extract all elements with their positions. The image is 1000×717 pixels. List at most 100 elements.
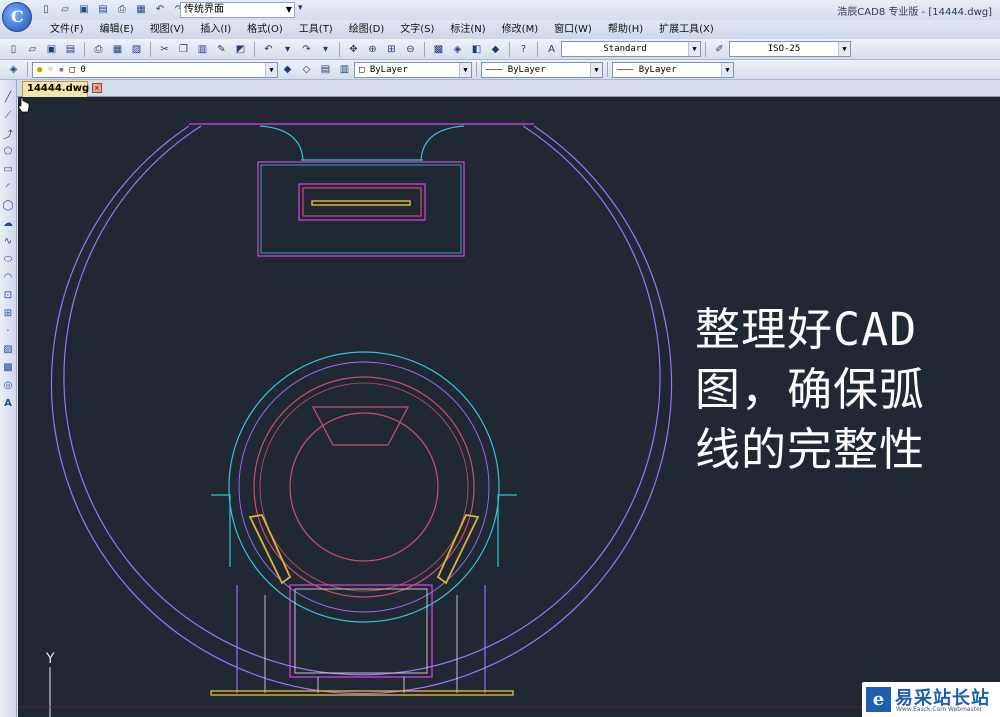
undo-list-icon[interactable]: ▾ bbox=[279, 41, 296, 58]
toolbar-separator bbox=[339, 41, 340, 57]
color-select[interactable]: □ ByLayer ▼ bbox=[354, 61, 472, 78]
redo-icon[interactable]: ↷ bbox=[298, 41, 315, 58]
print-icon[interactable]: ⎙ bbox=[90, 41, 107, 58]
revision-cloud-icon[interactable]: ☁ bbox=[1, 216, 15, 230]
design-center-icon[interactable]: ◈ bbox=[449, 41, 466, 58]
workspace-select[interactable]: 传统界面 ▼ bbox=[180, 2, 295, 18]
menu-window[interactable]: 窗口(W) bbox=[546, 20, 600, 39]
top-right-connector-arc bbox=[420, 125, 465, 161]
insert-block-icon[interactable]: ⊡ bbox=[1, 288, 15, 302]
chevron-down-icon: ▼ bbox=[459, 62, 471, 77]
menu-modify[interactable]: 修改(M) bbox=[494, 20, 546, 39]
print-icon[interactable]: ⎙ bbox=[114, 2, 130, 17]
polyline-icon[interactable]: ⤴ bbox=[1, 126, 15, 141]
document-tab[interactable]: 14444.dwg bbox=[22, 81, 89, 97]
menu-extension-tools[interactable]: 扩展工具(X) bbox=[651, 20, 722, 39]
save-as-icon[interactable]: ▤ bbox=[95, 2, 111, 17]
dimension-style-select[interactable]: ISO-25 ▼ bbox=[729, 41, 851, 57]
save-icon[interactable]: ▣ bbox=[76, 2, 92, 17]
zoom-previous-icon[interactable]: ⊖ bbox=[402, 41, 419, 58]
preview-icon[interactable]: ▦ bbox=[109, 41, 126, 58]
layer-manager-icon[interactable]: ◈ bbox=[5, 61, 22, 78]
close-icon[interactable]: x bbox=[92, 83, 102, 93]
layer-value: 0 bbox=[80, 64, 86, 75]
central-ring-circle bbox=[238, 361, 490, 613]
rectangle-icon[interactable]: ▭ bbox=[1, 162, 15, 176]
point-icon[interactable]: · bbox=[1, 324, 15, 338]
menu-help[interactable]: 帮助(H) bbox=[600, 20, 651, 39]
arc-icon[interactable]: ◜ bbox=[1, 180, 15, 194]
chevron-down-icon: ▼ bbox=[838, 42, 850, 56]
caption-overlay: 整理好CAD 图，确保弧 线的完整性 bbox=[695, 300, 995, 480]
new-file-icon[interactable]: ▯ bbox=[38, 2, 54, 17]
open-file-icon[interactable]: ▱ bbox=[57, 2, 73, 17]
layer-previous-icon[interactable]: ◇ bbox=[298, 61, 315, 78]
open-icon[interactable]: ▱ bbox=[24, 41, 41, 58]
left-step-line bbox=[211, 494, 231, 567]
workspace-value: 传统界面 bbox=[184, 4, 224, 15]
spline-icon[interactable]: ∿ bbox=[1, 234, 15, 248]
hatch-icon[interactable]: ▨ bbox=[1, 342, 15, 356]
menu-file[interactable]: 文件(F) bbox=[42, 20, 92, 39]
copy-icon[interactable]: ❐ bbox=[175, 41, 192, 58]
menu-draw[interactable]: 绘图(D) bbox=[341, 20, 393, 39]
text-style-icon[interactable]: A bbox=[543, 41, 560, 58]
redo-list-icon[interactable]: ▾ bbox=[317, 41, 334, 58]
markup-icon[interactable]: ◆ bbox=[487, 41, 504, 58]
menu-dimension[interactable]: 标注(N) bbox=[442, 20, 493, 39]
help-icon[interactable]: ? bbox=[515, 41, 532, 58]
menu-text[interactable]: 文字(S) bbox=[392, 20, 442, 39]
menu-edit[interactable]: 编辑(E) bbox=[92, 20, 142, 39]
text-style-select[interactable]: Standard ▼ bbox=[561, 41, 701, 57]
slot-inner bbox=[302, 187, 422, 217]
outer-ring-inner-outline bbox=[63, 125, 661, 676]
app-logo-icon[interactable]: C bbox=[2, 2, 32, 32]
construction-line-icon[interactable]: ⟋ bbox=[1, 108, 15, 122]
linetype-select[interactable]: ——— ByLayer ▼ bbox=[481, 61, 603, 78]
line-icon[interactable]: ╱ bbox=[1, 90, 15, 104]
zoom-window-icon[interactable]: ⊞ bbox=[383, 41, 400, 58]
left-yellow-arc bbox=[248, 513, 292, 585]
lineweight-value: ByLayer bbox=[638, 64, 677, 75]
lineweight-select[interactable]: ——— ByLayer ▼ bbox=[612, 61, 734, 78]
tool-palette-icon[interactable]: ◧ bbox=[468, 41, 485, 58]
cut-icon[interactable]: ✂ bbox=[156, 41, 173, 58]
save-icon[interactable]: ▣ bbox=[43, 41, 60, 58]
ellipse-icon[interactable]: ⬭ bbox=[1, 252, 15, 266]
save-all-icon[interactable]: ▤ bbox=[62, 41, 79, 58]
menu-insert[interactable]: 插入(I) bbox=[192, 20, 239, 39]
print-preview-icon[interactable]: ▦ bbox=[133, 2, 149, 17]
menu-format[interactable]: 格式(O) bbox=[239, 20, 291, 39]
zoom-realtime-icon[interactable]: ⊕ bbox=[364, 41, 381, 58]
menu-view[interactable]: 视图(V) bbox=[142, 20, 193, 39]
properties-icon[interactable]: ▩ bbox=[430, 41, 447, 58]
toolbar-separator bbox=[537, 41, 538, 57]
hand-cursor-icon bbox=[18, 97, 30, 113]
undo-icon[interactable]: ↶ bbox=[260, 41, 277, 58]
layer-iso-icon[interactable]: ▥ bbox=[336, 61, 353, 78]
make-block-icon[interactable]: ⊞ bbox=[1, 306, 15, 320]
document-tab-bar: 14444.dwg x bbox=[0, 80, 1000, 97]
ucs-y-label: Y bbox=[45, 651, 55, 667]
make-current-layer-icon[interactable]: ◆ bbox=[279, 61, 296, 78]
polygon-icon[interactable]: ⬠ bbox=[1, 144, 15, 158]
layer-states-icon[interactable]: ▤ bbox=[317, 61, 334, 78]
new-icon[interactable]: ▯ bbox=[5, 41, 22, 58]
dimension-style-icon[interactable]: ✐ bbox=[711, 41, 728, 58]
multiline-text-icon[interactable]: A bbox=[1, 396, 15, 410]
linetype-value: ByLayer bbox=[507, 64, 546, 75]
ellipse-arc-icon[interactable]: ◠ bbox=[1, 270, 15, 284]
gradient-icon[interactable]: ▩ bbox=[1, 360, 15, 374]
block-editor-icon[interactable]: ◩ bbox=[232, 41, 249, 58]
match-properties-icon[interactable]: ✎ bbox=[213, 41, 230, 58]
paste-icon[interactable]: ▥ bbox=[194, 41, 211, 58]
quick-access-more-icon[interactable]: ▾ bbox=[298, 3, 303, 13]
circle-icon[interactable]: ◯ bbox=[1, 198, 15, 212]
layer-select[interactable]: ● ☼ ▪ □ 0 ▼ bbox=[32, 61, 278, 78]
pan-icon[interactable]: ✥ bbox=[345, 41, 362, 58]
lightbulb-icon: ● bbox=[37, 64, 43, 75]
region-icon[interactable]: ◎ bbox=[1, 378, 15, 392]
undo-icon[interactable]: ↶ bbox=[152, 2, 168, 17]
publish-icon[interactable]: ▧ bbox=[128, 41, 145, 58]
menu-tools[interactable]: 工具(T) bbox=[291, 20, 341, 39]
